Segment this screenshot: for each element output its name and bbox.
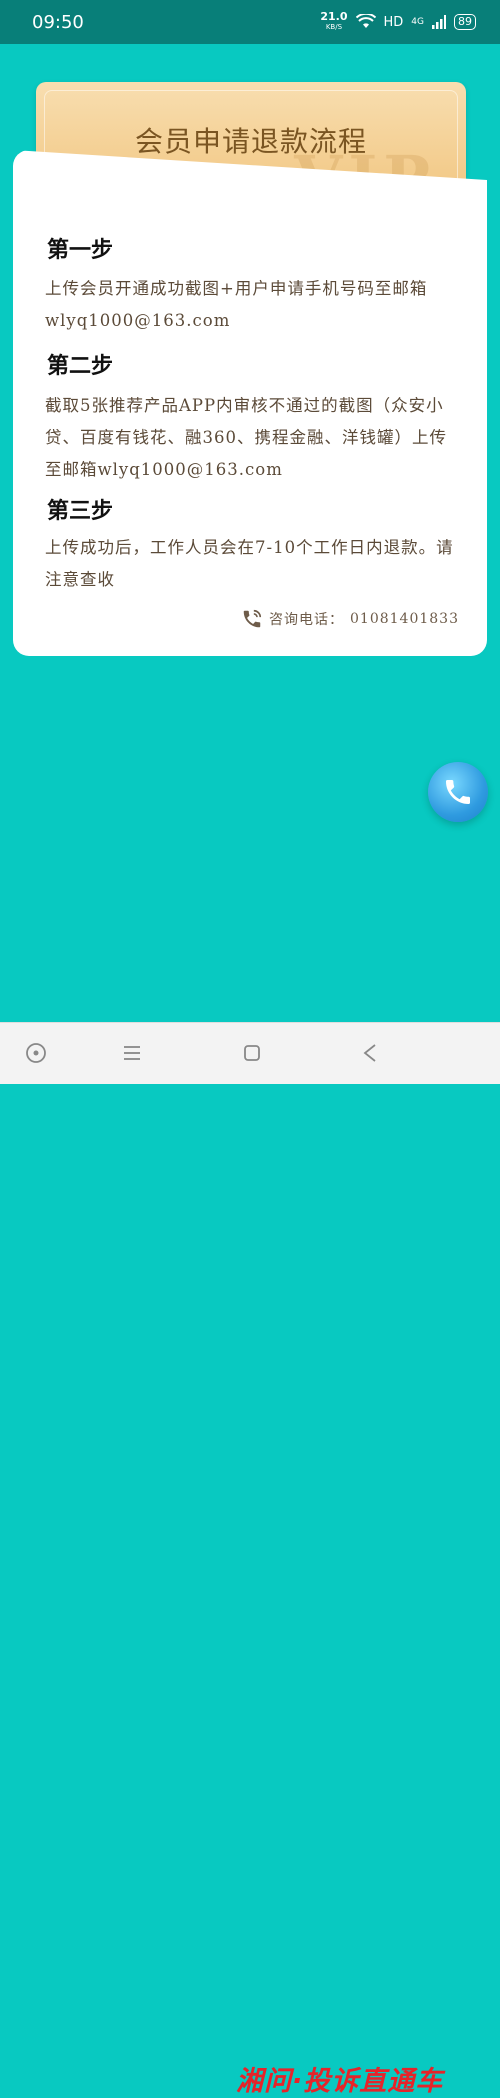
system-nav-bar: 湘问·投诉直通车	[0, 1022, 500, 2097]
network-speed: 21.0 KB/S	[320, 10, 348, 32]
refund-steps-card: 第一步 上传会员开通成功截图+用户申请手机号码至邮箱wlyq1000@163.c…	[13, 150, 487, 656]
step-2-title: 第二步	[47, 354, 114, 379]
consult-label: 咨询电话：	[269, 612, 345, 628]
hd-indicator: HD	[383, 14, 404, 30]
wifi-icon	[355, 14, 376, 28]
step-2-text: 截取5张推荐产品APP内审核不通过的截图（众安小贷、百度有钱花、融360、携程金…	[45, 396, 447, 479]
app-icon[interactable]	[240, 1041, 264, 1065]
phone-icon	[446, 780, 470, 804]
watermark: 湘问·投诉直通车	[236, 2066, 444, 2097]
network-type: 4G	[411, 17, 424, 27]
step-1-text: 上传会员开通成功截图+用户申请手机号码至邮箱wlyq1000@163.com	[45, 279, 428, 330]
step-3-text: 上传成功后，工作人员会在7-10个工作日内退款。请注意查收	[45, 538, 454, 589]
battery-indicator: 89	[454, 14, 476, 30]
network-speed-value: 21.0	[320, 10, 348, 23]
step-3-title: 第三步	[47, 499, 114, 524]
signal-icon	[432, 15, 446, 29]
home-icon[interactable]	[24, 1041, 48, 1065]
floating-call-button[interactable]	[428, 762, 488, 822]
back-icon[interactable]	[358, 1041, 382, 1065]
step-1-title: 第一步	[47, 238, 114, 263]
menu-icon[interactable]	[120, 1041, 144, 1065]
network-speed-unit: KB/S	[325, 23, 343, 31]
status-icons: 21.0 KB/S HD 4G 89	[320, 8, 476, 36]
consult-phone-number[interactable]: 01081401833	[350, 611, 459, 627]
status-time: 09:50	[32, 12, 84, 33]
phone-icon	[243, 609, 262, 628]
status-bar: 09:50 21.0 KB/S HD 4G 89	[0, 0, 500, 44]
consult-phone[interactable]: 咨询电话： 01081401833	[241, 608, 459, 630]
